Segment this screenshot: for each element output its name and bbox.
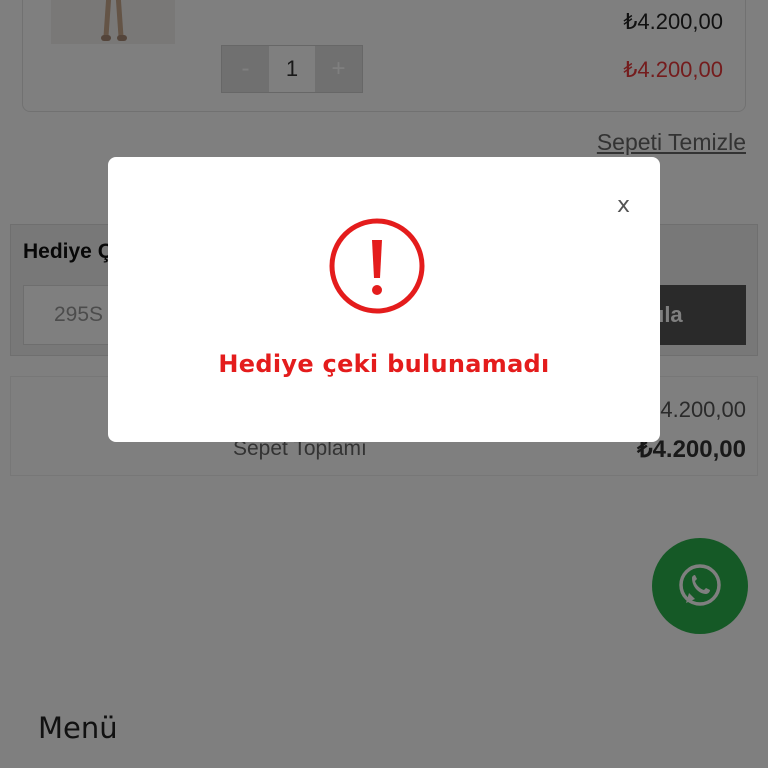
modal-close-button[interactable]: x — [617, 193, 630, 218]
modal-error-message: Hediye çeki bulunamadı — [218, 350, 550, 378]
exclamation-circle-icon — [329, 218, 425, 314]
error-modal: x Hediye çeki bulunamadı — [108, 157, 660, 442]
